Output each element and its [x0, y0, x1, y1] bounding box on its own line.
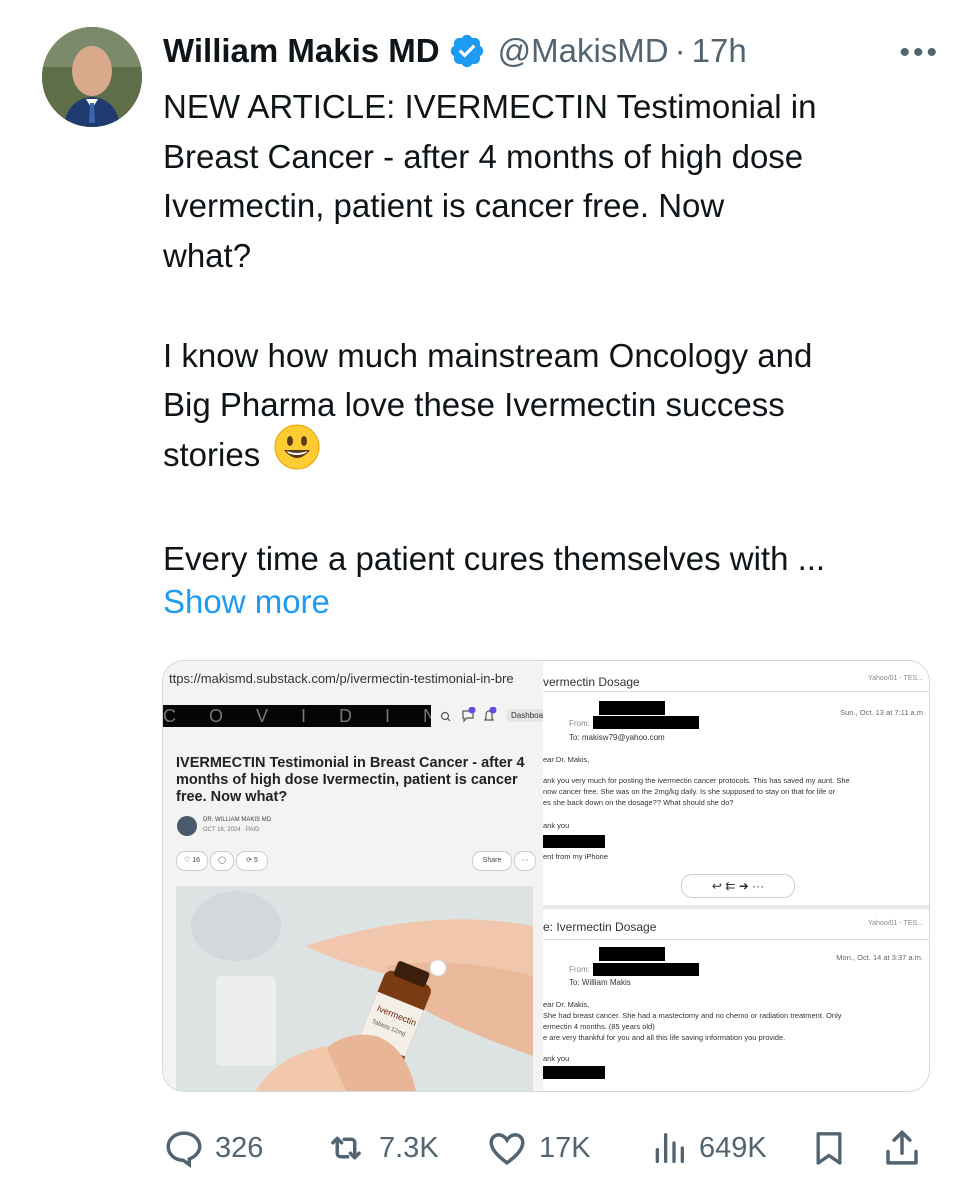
email-date: Sun., Oct. 13 at 7:11 a.m: [840, 708, 923, 717]
author-name[interactable]: William Makis MD: [163, 32, 440, 70]
email-to: To: William Makis: [569, 978, 631, 987]
email-folder-tag: Yahoo/01 - TES...: [868, 675, 923, 682]
tweet-line: stories: [163, 424, 943, 484]
show-more-link[interactable]: Show more: [163, 583, 330, 621]
separator-dot: ·: [674, 32, 686, 69]
verified-badge-icon: [448, 32, 486, 70]
tweet-timestamp[interactable]: 17h: [692, 32, 747, 70]
article-url: ttps://makismd.substack.com/p/ivermectin…: [169, 671, 514, 686]
media-image[interactable]: ttps://makismd.substack.com/p/ivermectin…: [162, 660, 930, 1092]
author-avatar[interactable]: [42, 27, 142, 127]
divider: [543, 691, 929, 692]
repost-button[interactable]: 7.3K: [323, 1120, 439, 1176]
email-greeting: ear Dr. Makis,: [543, 755, 590, 764]
site-banner: C O V I D I N T: [163, 705, 431, 727]
repost-count: 7.3K: [379, 1131, 439, 1164]
email-folder-tag: Yahoo/01 - TES...: [868, 920, 923, 927]
avatar-photo: [42, 27, 142, 127]
email-body-line: ank you very much for posting the iverme…: [543, 776, 850, 785]
redaction-bar: [543, 835, 605, 848]
email-body-line: now cancer free. She was on the 2mg/kg d…: [543, 787, 836, 796]
email-date: Mon., Oct. 14 at 3:37 a.m.: [836, 953, 923, 962]
divider: [543, 939, 929, 940]
share-pill: Share: [472, 851, 512, 871]
more-pill: ···: [514, 851, 536, 871]
restack-pill: ⟳ 5: [236, 851, 268, 871]
article-title: IVERMECTIN Testimonial in Breast Cancer …: [176, 755, 525, 805]
email-greeting: ear Dr. Makis,: [543, 1000, 590, 1009]
ivermectin-bottle-photo: Ivermectin Tablets 12mg: [176, 886, 533, 1091]
tweet-line: NEW ARTICLE: IVERMECTIN Testimonial in: [163, 88, 817, 125]
email-screenshots: vermectin Dosage Yahoo/01 - TES... From:…: [543, 661, 929, 1091]
bookmark-button[interactable]: [809, 1120, 859, 1176]
tweet-line: Every time a patient cures themselves wi…: [163, 539, 826, 577]
repost-icon: [331, 1136, 361, 1160]
views-count: 649K: [699, 1131, 767, 1164]
article-date: OCT 16, 2024 · PAID: [203, 827, 260, 833]
comment-icon: ◯: [218, 857, 226, 864]
email-subject: e: Ivermectin Dosage: [543, 920, 657, 934]
tweet-text: NEW ARTICLE: IVERMECTIN Testimonial in B…: [163, 82, 943, 583]
like-count: 17K: [539, 1131, 591, 1164]
redaction-bar: [599, 701, 665, 715]
tweet-action-bar: 326 7.3K 17K 649K: [163, 1120, 943, 1176]
reply-count: 326: [215, 1131, 264, 1164]
tweet-header: William Makis MD @MakisMD · 17h •••: [163, 26, 940, 76]
bookmark-icon: [816, 1132, 842, 1165]
email-from-label: From:: [569, 965, 590, 974]
smiley-emoji-icon: [274, 424, 320, 484]
redaction-bar: [593, 716, 699, 729]
email-action-pill: ↩ ⇇ ➜ ···: [681, 874, 795, 898]
email-body-line: e are very thankful for you and all this…: [543, 1033, 786, 1042]
article-restack-count: 5: [253, 857, 258, 864]
redaction-bar: [599, 947, 665, 961]
email-sent-from: ent from my iPhone: [543, 852, 609, 861]
views-button[interactable]: 649K: [649, 1120, 767, 1176]
like-button[interactable]: 17K: [485, 1120, 591, 1176]
email-body-line: She had breast cancer. She had a mastect…: [543, 1011, 842, 1020]
reply-icon: [166, 1131, 202, 1169]
tweet-line: Ivermectin, patient is cancer free. Now: [163, 187, 725, 225]
tweet-line-text: stories: [163, 435, 261, 473]
divider: [543, 905, 929, 909]
article-screenshot: ttps://makismd.substack.com/p/ivermectin…: [163, 661, 555, 1091]
redaction-bar: [543, 1066, 605, 1079]
share-button[interactable]: [881, 1120, 933, 1176]
email-signoff: ank you: [543, 1054, 570, 1063]
article-author: DR. WILLIAM MAKIS MD: [203, 817, 272, 823]
views-icon: [655, 1133, 684, 1163]
article-like-count: 16: [192, 857, 201, 864]
author-handle[interactable]: @MakisMD: [498, 32, 669, 70]
email-signoff: ank you: [543, 821, 570, 830]
email-body-line: ermectin 4 months. (85 years old): [543, 1022, 655, 1031]
tweet-line: I know how much mainstream Oncology and: [163, 336, 813, 374]
email-from-label: From:: [569, 719, 590, 728]
comment-pill: ◯: [210, 851, 234, 871]
reply-button[interactable]: 326: [163, 1120, 263, 1176]
email-subject: vermectin Dosage: [543, 675, 640, 689]
site-header-icons: [439, 706, 503, 726]
tweet-line: what?: [163, 237, 252, 275]
redaction-bar: [593, 963, 699, 976]
like-pill: ♡ 16: [176, 851, 208, 871]
author-mini-avatar: [177, 816, 197, 836]
more-options-icon[interactable]: •••: [899, 36, 940, 70]
restack-icon: ⟳: [246, 857, 252, 864]
tweet-line: Big Pharma love these Ivermectin success: [163, 386, 785, 424]
heart-icon: ♡: [183, 857, 191, 864]
email-body-line: es she back down on the dosage?? What sh…: [543, 798, 734, 807]
share-icon: [886, 1130, 918, 1165]
tweet-line: Breast Cancer - after 4 months of high d…: [163, 137, 804, 175]
heart-icon: [489, 1133, 525, 1166]
email-to: To: makisw79@yahoo.com: [569, 733, 665, 742]
